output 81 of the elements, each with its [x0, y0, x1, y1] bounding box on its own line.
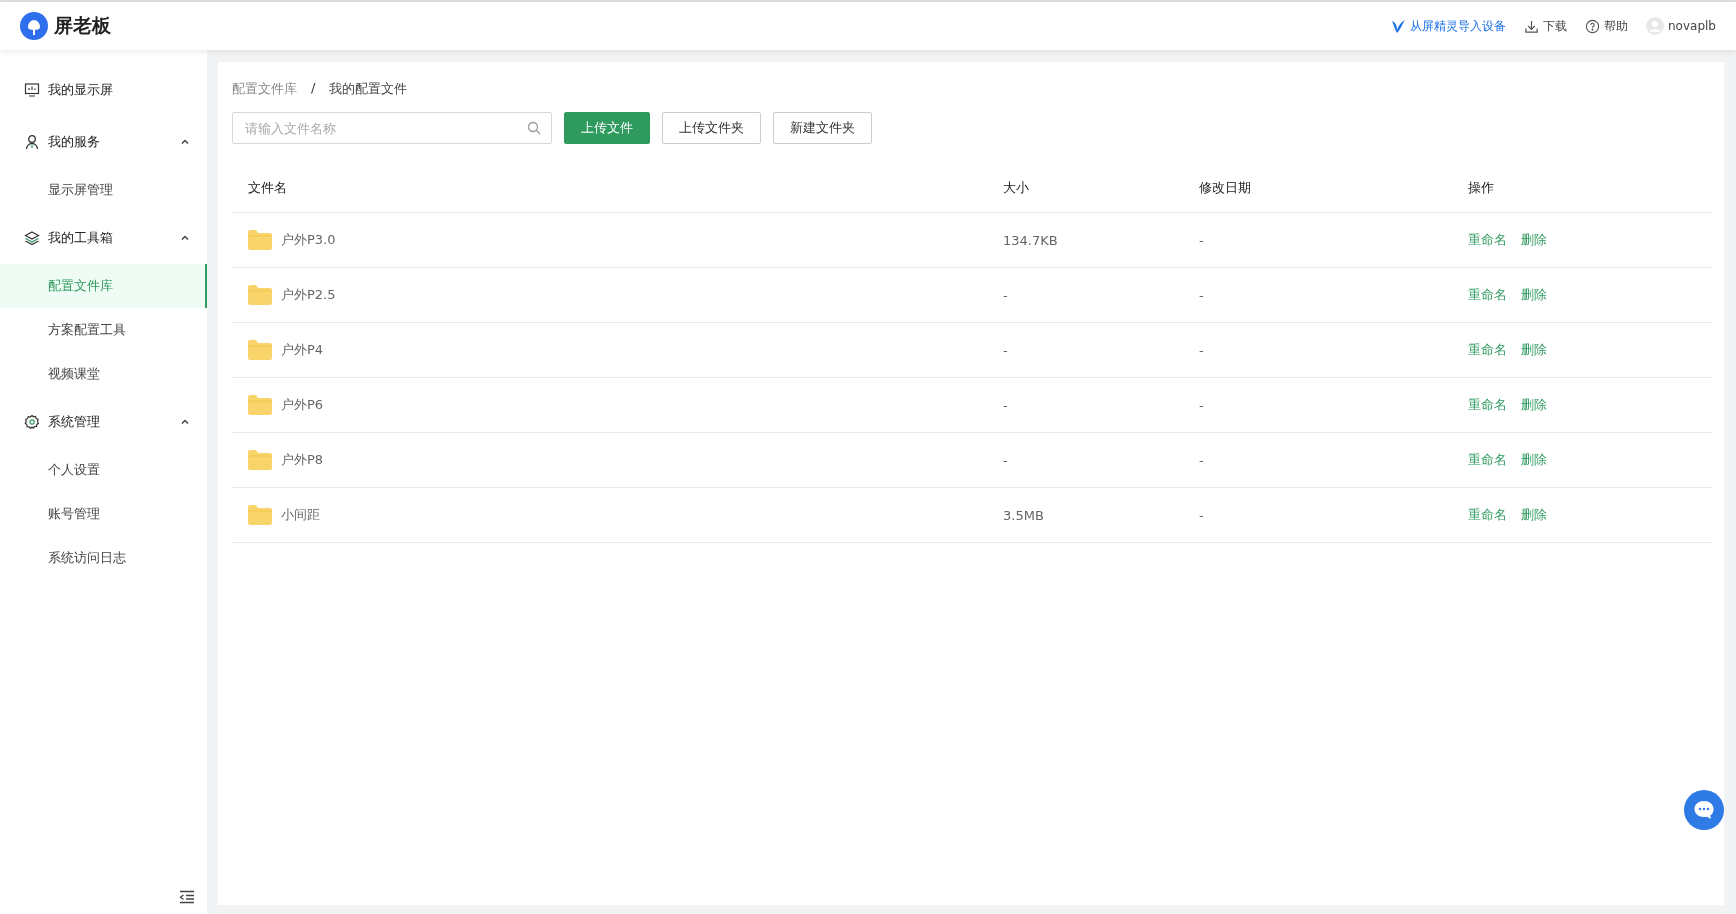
column-header: 修改日期: [1183, 164, 1452, 213]
layers-icon: [24, 230, 40, 246]
table-cell: -: [1003, 452, 1008, 468]
caret-icon: [180, 417, 190, 427]
header-link[interactable]: 帮助: [1585, 17, 1628, 35]
search-icon: [527, 121, 541, 135]
file-name[interactable]: 户外P3.0: [281, 231, 336, 249]
user-menu[interactable]: novaplb: [1646, 17, 1716, 35]
delete-link[interactable]: 删除: [1521, 286, 1547, 304]
rename-link[interactable]: 重命名: [1468, 231, 1507, 249]
delete-link[interactable]: 删除: [1521, 506, 1547, 524]
settings-icon: [24, 414, 40, 430]
sidebar-item[interactable]: 我的工具箱: [0, 212, 207, 264]
logo-icon: [20, 12, 48, 40]
rename-link[interactable]: 重命名: [1468, 396, 1507, 414]
column-header: 操作: [1452, 164, 1712, 213]
sidebar-subitem[interactable]: 账号管理: [0, 492, 207, 536]
sidebar-subitem[interactable]: 显示屏管理: [0, 168, 207, 212]
table-cell: -: [1199, 287, 1204, 303]
folder-icon: [248, 395, 272, 415]
table-cell: -: [1199, 232, 1204, 248]
help-icon: [1585, 18, 1600, 34]
logo-text: 屏老板: [54, 13, 111, 38]
monitor-icon: [24, 82, 40, 98]
table-cell: -: [1003, 287, 1008, 303]
table-cell: -: [1199, 397, 1204, 413]
folder-icon: [248, 450, 272, 470]
file-name[interactable]: 小间距: [281, 506, 320, 524]
sidebar-subitem[interactable]: 系统访问日志: [0, 536, 207, 580]
table-cell: -: [1199, 452, 1204, 468]
table-cell: -: [1003, 342, 1008, 358]
delete-link[interactable]: 删除: [1521, 396, 1547, 414]
sidebar-item[interactable]: 我的显示屏: [0, 64, 207, 116]
folder-icon: [248, 285, 272, 305]
file-name[interactable]: 户外P2.5: [281, 286, 336, 304]
breadcrumb-item: 我的配置文件: [329, 80, 408, 98]
delete-link[interactable]: 删除: [1521, 231, 1547, 249]
toolbar-button[interactable]: 上传文件夹: [662, 112, 761, 144]
table-cell: -: [1003, 397, 1008, 413]
table-cell: 3.5MB: [1003, 507, 1044, 523]
delete-link[interactable]: 删除: [1521, 451, 1547, 469]
caret-icon: [180, 137, 190, 147]
toolbar-button[interactable]: 上传文件: [564, 112, 650, 144]
folder-icon: [248, 505, 272, 525]
column-header: 大小: [987, 164, 1183, 213]
toolbar-button[interactable]: 新建文件夹: [773, 112, 872, 144]
rename-link[interactable]: 重命名: [1468, 286, 1507, 304]
folder-icon: [248, 340, 272, 360]
file-name[interactable]: 户外P4: [281, 341, 324, 359]
download-icon: [1524, 18, 1539, 34]
file-name[interactable]: 户外P6: [281, 396, 324, 414]
chat-button[interactable]: [1684, 790, 1724, 830]
table-cell: 134.7KB: [1003, 232, 1058, 248]
menu-label: 系统管理: [48, 413, 101, 431]
sidebar-item[interactable]: 我的服务: [0, 116, 207, 168]
sidebar-subitem[interactable]: 配置文件库: [0, 264, 207, 308]
table-cell: -: [1199, 342, 1204, 358]
menu-label: 我的显示屏: [48, 81, 114, 99]
person-icon: [24, 134, 40, 150]
rename-link[interactable]: 重命名: [1468, 341, 1507, 359]
caret-icon: [180, 233, 190, 243]
header-link[interactable]: 下载: [1524, 17, 1567, 35]
breadcrumb-item: /: [311, 80, 316, 97]
delete-link[interactable]: 删除: [1521, 341, 1547, 359]
chat-bubble-icon: [1693, 800, 1715, 820]
column-header: 文件名: [232, 164, 987, 213]
rename-link[interactable]: 重命名: [1468, 506, 1507, 524]
rename-link[interactable]: 重命名: [1468, 451, 1507, 469]
breadcrumb-link[interactable]: 配置文件库: [232, 80, 297, 98]
sidebar-item[interactable]: 系统管理: [0, 396, 207, 448]
sidebar-subitem[interactable]: 个人设置: [0, 448, 207, 492]
sidebar-subitem[interactable]: 视频课堂: [0, 352, 207, 396]
collapse-menu-icon[interactable]: [179, 890, 195, 904]
menu-label: 我的工具箱: [48, 229, 114, 247]
file-name[interactable]: 户外P8: [281, 451, 324, 469]
folder-icon: [248, 230, 272, 250]
table-cell: -: [1199, 507, 1204, 523]
menu-label: 我的服务: [48, 133, 101, 151]
sidebar-subitem[interactable]: 方案配置工具: [0, 308, 207, 352]
search-field[interactable]: 请输入文件名称: [232, 112, 552, 144]
header-link[interactable]: 从屏精灵导入设备: [1390, 17, 1506, 35]
